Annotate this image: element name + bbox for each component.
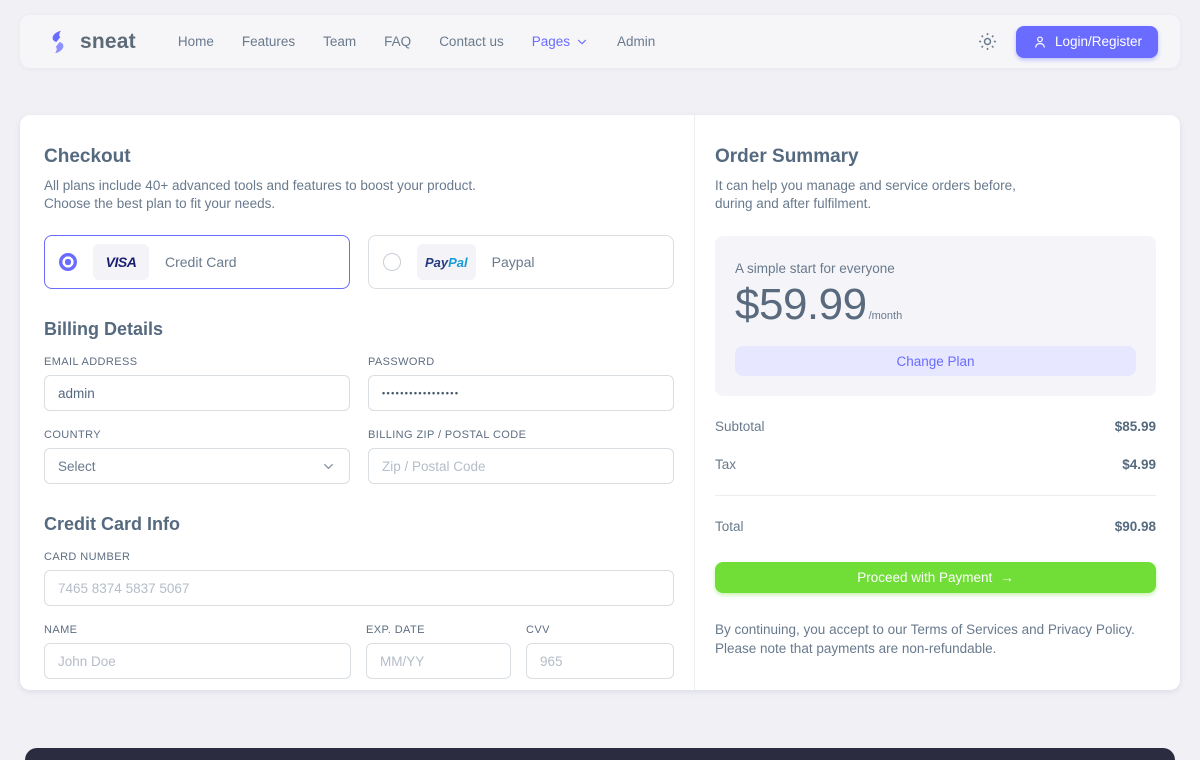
country-field-group: Country Select <box>44 429 350 484</box>
email-label: Email Address <box>44 356 350 368</box>
exp-date-field[interactable] <box>366 643 511 679</box>
brand-logo[interactable]: sneat <box>45 29 136 55</box>
credit-card-option-label: Credit Card <box>165 254 237 270</box>
plan-price: $59.99 /month <box>735 280 1136 330</box>
paypal-badge: PayPal <box>417 244 476 280</box>
card-number-field-group: Card Number <box>44 551 674 606</box>
plan-price-amount: $59.99 <box>735 280 867 330</box>
total-label: Total <box>715 519 744 534</box>
card-details-grid: Name Exp. Date CVV <box>44 624 674 679</box>
checkout-subtitle-line1: All plans include 40+ advanced tools and… <box>44 177 674 195</box>
order-summary-subtitle-line2: during and after fulfilment. <box>715 195 1156 213</box>
summary-divider <box>715 495 1156 496</box>
password-field-group: Password <box>368 356 674 411</box>
password-label: Password <box>368 356 674 368</box>
zip-field[interactable] <box>368 448 674 484</box>
cvv-label: CVV <box>526 624 674 636</box>
login-register-label: Login/Register <box>1055 34 1142 49</box>
billing-details-grid: Email Address Password Country Select Bi… <box>44 356 674 484</box>
radio-credit-card[interactable] <box>59 253 77 271</box>
nav-item-admin[interactable]: Admin <box>617 34 655 49</box>
total-row: Total $90.98 <box>715 519 1156 534</box>
tax-value: $4.99 <box>1122 457 1156 472</box>
terms-note-line1: By continuing, you accept to our Terms o… <box>715 620 1156 639</box>
paypal-option-label: Paypal <box>492 254 535 270</box>
paypal-logo-right: Pal <box>448 255 468 270</box>
country-select[interactable]: Select <box>44 448 350 484</box>
checkout-title: Checkout <box>44 146 674 168</box>
card-number-label: Card Number <box>44 551 674 563</box>
order-summary-subtitle-line1: It can help you manage and service order… <box>715 177 1156 195</box>
password-field[interactable] <box>368 375 674 411</box>
nav-item-faq[interactable]: FAQ <box>384 34 411 49</box>
plan-caption: A simple start for everyone <box>735 261 1136 276</box>
country-select-value: Select <box>58 459 96 474</box>
paypal-logo-left: Pay <box>425 255 448 270</box>
plan-price-period: /month <box>869 310 903 322</box>
sneat-logo-icon <box>45 29 71 55</box>
order-summary-section: Order Summary It can help you manage and… <box>695 115 1180 690</box>
proceed-payment-label: Proceed with Payment <box>857 570 992 585</box>
login-register-button[interactable]: Login/Register <box>1016 26 1158 58</box>
nav-item-features[interactable]: Features <box>242 34 295 49</box>
subtotal-row: Subtotal $85.99 <box>715 419 1156 434</box>
subtotal-label: Subtotal <box>715 419 765 434</box>
user-icon <box>1032 34 1048 50</box>
name-field[interactable] <box>44 643 351 679</box>
visa-badge: VISA <box>93 244 149 280</box>
footer-bar <box>25 748 1175 760</box>
tax-label: Tax <box>715 457 736 472</box>
exp-date-field-group: Exp. Date <box>366 624 511 679</box>
cvv-field[interactable] <box>526 643 674 679</box>
name-label: Name <box>44 624 351 636</box>
checkout-subtitle-line2: Choose the best plan to fit your needs. <box>44 195 674 213</box>
terms-note-line2: Please note that payments are non-refund… <box>715 639 1156 658</box>
nav-item-pages-label: Pages <box>532 34 570 49</box>
card-number-field[interactable] <box>44 570 674 606</box>
zip-label: Billing Zip / Postal Code <box>368 429 674 441</box>
nav-item-contact-us[interactable]: Contact us <box>439 34 504 49</box>
checkout-card: Checkout All plans include 40+ advanced … <box>20 115 1180 690</box>
nav-item-pages[interactable]: Pages <box>532 34 589 49</box>
country-label: Country <box>44 429 350 441</box>
order-summary-title: Order Summary <box>715 146 1156 168</box>
top-navbar: sneat Home Features Team FAQ Contact us … <box>20 15 1180 68</box>
total-value: $90.98 <box>1115 519 1156 534</box>
visa-logo: VISA <box>106 254 137 270</box>
radio-paypal[interactable] <box>383 253 401 271</box>
theme-toggle-button[interactable] <box>973 27 1002 56</box>
payment-method-options: VISA Credit Card PayPal Paypal <box>44 235 674 289</box>
billing-details-title: Billing Details <box>44 319 674 340</box>
cvv-field-group: CVV <box>526 624 674 679</box>
brand-name: sneat <box>80 30 136 54</box>
proceed-payment-button[interactable]: Proceed with Payment → <box>715 562 1156 593</box>
checkout-section: Checkout All plans include 40+ advanced … <box>20 115 695 690</box>
tax-row: Tax $4.99 <box>715 457 1156 472</box>
payment-option-paypal[interactable]: PayPal Paypal <box>368 235 674 289</box>
main-nav: Home Features Team FAQ Contact us Pages … <box>178 34 655 49</box>
arrow-right-icon: → <box>1000 570 1014 585</box>
nav-item-team[interactable]: Team <box>323 34 356 49</box>
nav-item-home[interactable]: Home <box>178 34 214 49</box>
payment-option-credit-card[interactable]: VISA Credit Card <box>44 235 350 289</box>
name-field-group: Name <box>44 624 351 679</box>
zip-field-group: Billing Zip / Postal Code <box>368 429 674 484</box>
email-field-group: Email Address <box>44 356 350 411</box>
credit-card-info-title: Credit Card Info <box>44 514 674 535</box>
plan-box: A simple start for everyone $59.99 /mont… <box>715 236 1156 396</box>
chevron-down-icon <box>575 35 589 49</box>
change-plan-button[interactable]: Change Plan <box>735 346 1136 376</box>
sun-icon <box>977 31 998 52</box>
email-field[interactable] <box>44 375 350 411</box>
exp-date-label: Exp. Date <box>366 624 511 636</box>
subtotal-value: $85.99 <box>1115 419 1156 434</box>
navbar-actions: Login/Register <box>973 26 1158 58</box>
chevron-down-icon <box>321 459 336 474</box>
